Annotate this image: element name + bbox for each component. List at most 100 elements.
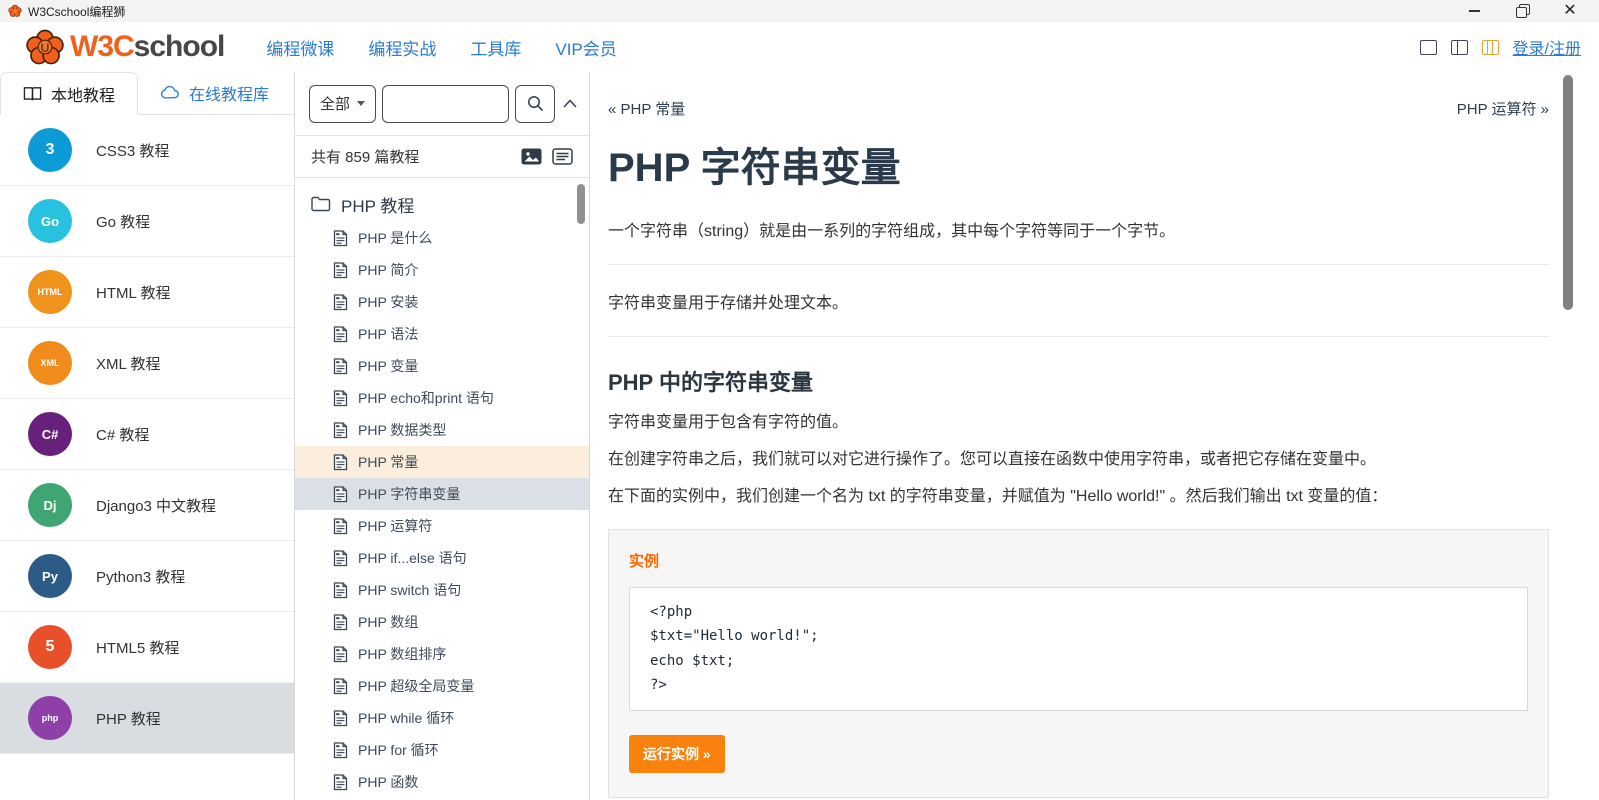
sidebar-course-item[interactable]: 3 CSS3 教程 bbox=[0, 115, 294, 186]
chapter-item[interactable]: PHP 数组 bbox=[295, 606, 589, 638]
chapter-item[interactable]: PHP 函数 bbox=[295, 766, 589, 798]
intro-paragraph-1: 一个字符串（string）就是由一系列的字符组成，其中每个字符等同于一个字节。 bbox=[608, 217, 1549, 241]
chapter-item[interactable]: PHP 超级全局变量 bbox=[295, 670, 589, 702]
document-icon bbox=[333, 678, 348, 695]
chapter-root[interactable]: PHP 教程 bbox=[295, 186, 589, 222]
catalog-scrollbar[interactable] bbox=[577, 184, 585, 224]
course-label: HTML5 教程 bbox=[96, 637, 179, 658]
tab-online-library[interactable]: 在线教程库 bbox=[138, 72, 291, 114]
document-icon bbox=[333, 742, 348, 759]
brand-logo[interactable]: U W3Cschool bbox=[26, 28, 224, 66]
chapter-item[interactable]: PHP 语法 bbox=[295, 318, 589, 350]
chapter-item[interactable]: PHP 是什么 bbox=[295, 222, 589, 254]
search-row: 全部 bbox=[295, 72, 589, 136]
course-label: Django3 中文教程 bbox=[96, 495, 216, 516]
course-label: CSS3 教程 bbox=[96, 140, 169, 161]
chapter-item[interactable]: PHP switch 语句 bbox=[295, 574, 589, 606]
tutorial-count-row: 共有 859 篇教程 bbox=[295, 136, 589, 178]
brand-flower-icon: U bbox=[26, 28, 64, 66]
chapter-item[interactable]: PHP if...else 语句 bbox=[295, 542, 589, 574]
image-view-icon[interactable] bbox=[521, 148, 542, 165]
nav-item-2[interactable]: 工具库 bbox=[470, 35, 521, 60]
chapter-label: PHP 运算符 bbox=[358, 516, 432, 536]
nav-item-0[interactable]: 编程微课 bbox=[266, 35, 334, 60]
course-label: Python3 教程 bbox=[96, 566, 185, 587]
run-example-button[interactable]: 运行实例 » bbox=[629, 735, 725, 773]
content-topnav: « PHP 常量 PHP 运算符 » bbox=[608, 98, 1549, 119]
sidebar-course-item[interactable]: C#C# 教程 bbox=[0, 399, 294, 470]
restore-button[interactable] bbox=[1515, 4, 1529, 18]
collapse-search-button[interactable] bbox=[563, 99, 577, 108]
example-label: 实例 bbox=[629, 550, 1528, 571]
single-pane-layout-icon[interactable] bbox=[1420, 40, 1437, 55]
course-icon: php bbox=[28, 696, 72, 740]
sidebar-tabs: 本地教程 在线教程库 bbox=[0, 72, 294, 115]
next-chapter-link[interactable]: PHP 运算符 » bbox=[1457, 98, 1549, 119]
document-icon bbox=[333, 582, 348, 599]
chapter-label: PHP 超级全局变量 bbox=[358, 676, 474, 696]
minimize-button[interactable] bbox=[1467, 4, 1481, 18]
tab-local-tutorials[interactable]: 本地教程 bbox=[0, 72, 138, 115]
content-panel: « PHP 常量 PHP 运算符 » PHP 字符串变量 一个字符串（strin… bbox=[590, 72, 1599, 800]
chapter-root-label: PHP 教程 bbox=[341, 192, 414, 217]
body-paragraph-1: 字符串变量用于包含有字符的值。 bbox=[608, 411, 1549, 434]
two-pane-layout-icon[interactable] bbox=[1451, 40, 1468, 55]
example-box: 实例 <?php $txt="Hello world!"; echo $txt;… bbox=[608, 529, 1549, 798]
chapter-item[interactable]: PHP while 循环 bbox=[295, 702, 589, 734]
list-view-icon[interactable] bbox=[552, 148, 573, 165]
document-icon bbox=[333, 390, 348, 407]
chapter-label: PHP 简介 bbox=[358, 260, 418, 280]
course-list: 3 CSS3 教程 GoGo 教程HTMLHTML 教程XMLXML 教程C#C# … bbox=[0, 115, 294, 800]
course-icon: Dj bbox=[28, 483, 72, 527]
sidebar-course-item[interactable]: GoGo 教程 bbox=[0, 186, 294, 257]
tab-online-label: 在线教程库 bbox=[189, 81, 269, 105]
close-button[interactable]: ✕ bbox=[1563, 4, 1577, 18]
chapter-label: PHP 函数 bbox=[358, 772, 418, 792]
prev-chapter-link[interactable]: « PHP 常量 bbox=[608, 98, 685, 119]
course-label: Go 教程 bbox=[96, 211, 150, 232]
chapter-item[interactable]: PHP 安装 bbox=[295, 286, 589, 318]
search-input[interactable] bbox=[382, 85, 509, 123]
login-register-link[interactable]: 登录/注册 bbox=[1513, 35, 1581, 59]
search-button[interactable] bbox=[515, 85, 555, 123]
content-scrollbar[interactable] bbox=[1563, 75, 1573, 310]
chapter-item[interactable]: PHP echo和print 语句 bbox=[295, 382, 589, 414]
chapter-item[interactable]: PHP 变量 bbox=[295, 350, 589, 382]
chapter-item[interactable]: PHP 数组排序 bbox=[295, 638, 589, 670]
chapter-label: PHP 语法 bbox=[358, 324, 418, 344]
chapter-item[interactable]: PHP 常量 bbox=[295, 446, 589, 478]
document-icon bbox=[333, 774, 348, 791]
chapter-label: PHP switch 语句 bbox=[358, 580, 461, 600]
course-icon: 3 bbox=[28, 128, 72, 172]
cloud-icon bbox=[160, 86, 180, 100]
sidebar-course-item[interactable]: HTMLHTML 教程 bbox=[0, 257, 294, 328]
app-logo-icon bbox=[8, 4, 22, 18]
sidebar-course-item[interactable]: 5HTML5 教程 bbox=[0, 612, 294, 683]
chapter-label: PHP 数组排序 bbox=[358, 644, 446, 664]
chapter-item[interactable]: PHP 字符串变量 bbox=[295, 478, 589, 510]
chapter-label: PHP for 循环 bbox=[358, 740, 439, 760]
filter-dropdown[interactable]: 全部 bbox=[309, 85, 376, 123]
chapter-label: PHP if...else 语句 bbox=[358, 548, 467, 568]
nav-item-3[interactable]: VIP会员 bbox=[555, 35, 616, 60]
tutorial-count: 共有 859 篇教程 bbox=[311, 146, 419, 167]
document-icon bbox=[333, 454, 348, 471]
chapter-label: PHP 数据类型 bbox=[358, 420, 446, 440]
course-icon: C# bbox=[28, 412, 72, 456]
sidebar-course-item[interactable]: PyPython3 教程 bbox=[0, 541, 294, 612]
sidebar-course-item[interactable]: Dj Django3 中文教程 bbox=[0, 470, 294, 541]
chapter-item[interactable]: PHP 数据类型 bbox=[295, 414, 589, 446]
three-pane-layout-icon[interactable] bbox=[1482, 40, 1499, 55]
sidebar-course-item[interactable]: XMLXML 教程 bbox=[0, 328, 294, 399]
filter-dropdown-label: 全部 bbox=[320, 93, 350, 114]
chapter-items: PHP 是什么 PHP 简介 PHP 安装 PHP 语法 PHP 变量PHP echo和… bbox=[295, 222, 589, 798]
nav-item-1[interactable]: 编程实战 bbox=[368, 35, 436, 60]
chapter-item[interactable]: PHP for 循环 bbox=[295, 734, 589, 766]
document-icon bbox=[333, 294, 348, 311]
document-icon bbox=[333, 486, 348, 503]
chapter-item[interactable]: PHP 简介 bbox=[295, 254, 589, 286]
course-icon: HTML bbox=[28, 270, 72, 314]
chapter-item[interactable]: PHP 运算符 bbox=[295, 510, 589, 542]
sidebar-course-item[interactable]: phpPHP 教程 bbox=[0, 683, 294, 754]
body-paragraph-3: 在下面的实例中，我们创建一个名为 txt 的字符串变量，并赋值为 "Hello … bbox=[608, 485, 1549, 508]
